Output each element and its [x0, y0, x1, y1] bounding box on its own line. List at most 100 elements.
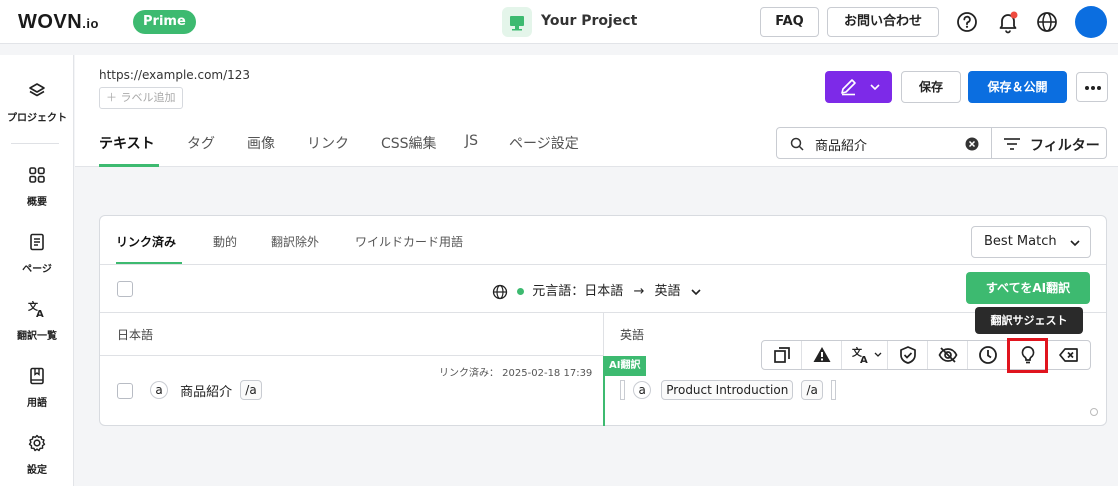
save-publish-button[interactable]: 保存＆公開 [968, 71, 1067, 103]
chevron-down-icon [870, 84, 880, 91]
sort-select[interactable]: Best Match [971, 226, 1091, 258]
sidebar-item-label: ページ [22, 264, 52, 275]
sidebar-item-project[interactable]: プロジェクト [0, 81, 74, 124]
contact-button[interactable]: お問い合わせ [827, 7, 939, 37]
save-button[interactable]: 保存 [901, 71, 961, 103]
plus-icon: ＋ [106, 91, 121, 104]
subtab-dynamic[interactable]: 動的 [213, 233, 237, 250]
sidebar-item-label: 設定 [27, 465, 47, 476]
chevron-down-icon [1070, 240, 1080, 247]
subtab-excluded[interactable]: 翻訳除外 [271, 233, 319, 250]
status-dot [517, 288, 525, 295]
tooltip: 翻訳サジェスト [975, 307, 1083, 334]
clock-icon [979, 346, 997, 364]
edit-mode-button[interactable] [825, 71, 892, 103]
add-label-button[interactable]: ＋ ラベル追加 [99, 87, 183, 109]
gear-icon [28, 434, 46, 452]
grid-icon [29, 167, 45, 183]
sidebar-item-glossary[interactable]: 用語 [0, 366, 74, 409]
source-text-row: a 商品紹介 /a [150, 380, 262, 400]
tag-token: /a [240, 380, 262, 400]
tag-token: a [150, 381, 168, 399]
avatar[interactable] [1075, 6, 1107, 38]
sidebar-item-settings[interactable]: 設定 [0, 433, 74, 476]
tab-text[interactable]: テキスト [99, 133, 155, 153]
clear-translation-button[interactable] [1048, 341, 1090, 369]
warning-icon [813, 347, 831, 362]
document-icon [30, 233, 44, 251]
more-icon [1085, 86, 1101, 90]
monitor-icon [502, 7, 532, 37]
clear-icon[interactable] [965, 137, 979, 151]
language-selector[interactable]: 元言語：日本語 → 英語 [492, 280, 701, 300]
chevron-down-icon [691, 288, 701, 295]
target-text-editor[interactable]: a Product Introduction /a [620, 380, 837, 400]
sidebar-item-label: 翻訳一覧 [17, 331, 57, 342]
search-icon [790, 137, 804, 151]
svg-text:A: A [36, 309, 44, 319]
ai-translate-all-button[interactable]: すべてをAI翻訳 [966, 272, 1090, 304]
sidebar-item-label: 用語 [27, 398, 47, 409]
tab-js[interactable]: JS [465, 133, 478, 149]
page-url: https://example.com/123 [99, 68, 251, 82]
help-icon[interactable] [956, 11, 978, 37]
hide-button[interactable] [928, 341, 968, 369]
column-header-target: 英語 [620, 328, 645, 342]
tab-images[interactable]: 画像 [247, 133, 275, 153]
tab-links[interactable]: リンク [307, 133, 349, 153]
project-name[interactable]: Your Project [541, 13, 637, 29]
sidebar-item-pages[interactable]: ページ [0, 232, 74, 275]
faq-button[interactable]: FAQ [760, 7, 819, 37]
filter-icon [1004, 138, 1020, 150]
tag-token: a [633, 381, 652, 399]
sidebar-divider [11, 143, 59, 144]
filter-button[interactable]: フィルター [991, 127, 1107, 159]
resize-handle[interactable] [1090, 408, 1098, 416]
row-checkbox[interactable] [117, 383, 133, 399]
shield-check-icon [900, 346, 916, 364]
pen-icon [841, 79, 856, 96]
tab-page-settings[interactable]: ページ設定 [509, 133, 579, 153]
subtab-linked[interactable]: リンク済み [116, 233, 176, 250]
wovn-logo[interactable]: WOVN.io [18, 11, 99, 34]
bell-icon[interactable] [996, 10, 1020, 38]
book-icon [30, 367, 44, 385]
divider [100, 355, 603, 356]
sidebar-item-translations[interactable]: 文A 翻訳一覧 [0, 299, 74, 342]
target-text: Product Introduction [661, 380, 794, 400]
translate-icon: 文A [852, 346, 868, 365]
more-options-button[interactable] [1076, 72, 1108, 102]
machine-translate-button[interactable]: 文A [842, 341, 888, 369]
globe-icon [492, 284, 508, 299]
warning-button[interactable] [802, 341, 842, 369]
tab-css[interactable]: CSS編集 [381, 133, 437, 153]
sidebar-item-overview[interactable]: 概要 [0, 165, 74, 208]
backspace-icon [1059, 348, 1078, 362]
translation-card: リンク済み 動的 翻訳除外 ワイルドカード用語 Best Match 元言語：日… [99, 215, 1107, 426]
search-input[interactable]: 商品紹介 [776, 127, 992, 159]
divider [100, 264, 1106, 265]
history-button[interactable] [968, 341, 1008, 369]
column-header-source: 日本語 [117, 328, 154, 342]
sidebar-item-label: プロジェクト [7, 113, 67, 124]
ai-translated-badge: AI翻訳 [603, 356, 647, 376]
page-header: https://example.com/123 ＋ ラベル追加 保存 保存＆公開… [75, 55, 1118, 167]
translate-icon: 文A [28, 300, 44, 319]
eye-off-icon [938, 347, 958, 363]
select-all-checkbox[interactable] [117, 281, 133, 297]
active-tab-indicator [99, 164, 159, 167]
search-value: 商品紹介 [815, 139, 868, 154]
tab-tags[interactable]: タグ [187, 133, 215, 153]
approve-button[interactable] [888, 341, 928, 369]
sidebar: プロジェクト 概要 ページ 文A 翻訳一覧 用語 設定 [0, 55, 74, 486]
tag-token: /a [801, 380, 823, 400]
copy-button[interactable] [762, 341, 802, 369]
globe-icon[interactable] [1036, 11, 1058, 37]
svg-text:A: A [860, 355, 868, 365]
chevron-down-icon [874, 352, 882, 357]
layers-icon [29, 83, 45, 97]
subtab-wildcard[interactable]: ワイルドカード用語 [355, 233, 463, 250]
highlight-box [1007, 338, 1048, 373]
top-bar: WOVN.io Prime Your Project FAQ お問い合わせ [0, 0, 1118, 44]
sidebar-item-label: 概要 [27, 197, 47, 208]
